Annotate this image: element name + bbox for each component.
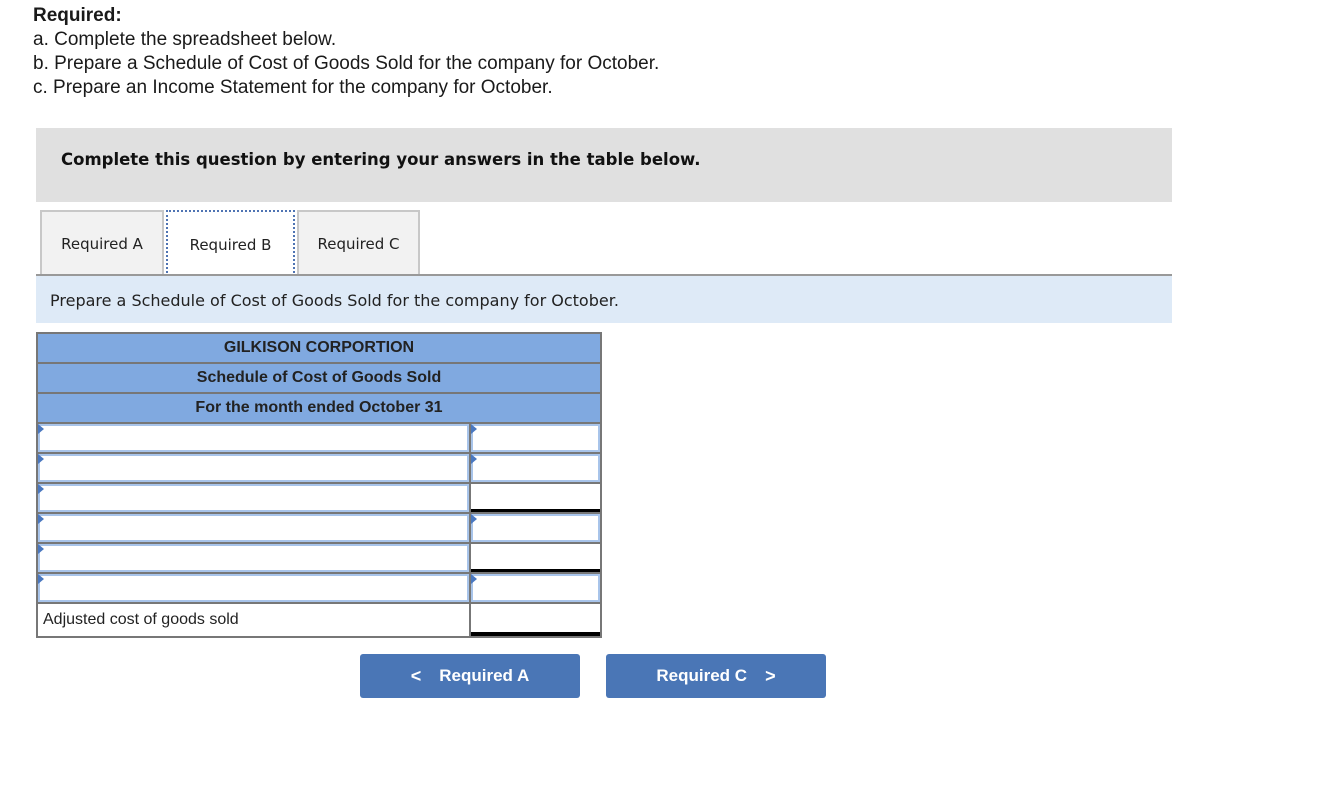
instruction-text: Complete this question by entering your … bbox=[61, 150, 701, 169]
table-row bbox=[38, 544, 600, 574]
table-row bbox=[38, 484, 600, 514]
requirements: Required: a. Complete the spreadsheet be… bbox=[33, 4, 659, 100]
requirement-c: c. Prepare an Income Statement for the c… bbox=[33, 77, 553, 98]
company-name: GILKISON CORPORTION bbox=[38, 334, 600, 364]
row-6-label-dropdown[interactable] bbox=[40, 576, 467, 600]
row-4-label-dropdown[interactable] bbox=[40, 516, 467, 540]
row-6-amount-input[interactable] bbox=[473, 576, 598, 600]
cogs-schedule-table: GILKISON CORPORTION Schedule of Cost of … bbox=[36, 332, 602, 638]
row-1-label-dropdown[interactable] bbox=[40, 426, 467, 450]
row-1-amount-input[interactable] bbox=[473, 426, 598, 450]
row-4-amount-input[interactable] bbox=[473, 516, 598, 540]
row-2-amount-input[interactable] bbox=[473, 456, 598, 480]
chevron-left-icon: < bbox=[410, 665, 422, 686]
row-2-label-dropdown[interactable] bbox=[40, 456, 467, 480]
question-prompt: Prepare a Schedule of Cost of Goods Sold… bbox=[36, 276, 1172, 323]
previous-required-a-button[interactable]: < Required A bbox=[360, 654, 580, 698]
previous-button-label: Required A bbox=[439, 666, 530, 685]
chevron-right-icon: > bbox=[765, 665, 776, 686]
prompt-text: Prepare a Schedule of Cost of Goods Sold… bbox=[50, 291, 619, 310]
instruction-banner: Complete this question by entering your … bbox=[36, 128, 1172, 202]
row-5-label-dropdown[interactable] bbox=[40, 546, 467, 570]
table-row bbox=[38, 454, 600, 484]
statement-period: For the month ended October 31 bbox=[38, 394, 600, 424]
tab-required-b[interactable]: Required B bbox=[166, 210, 295, 277]
tab-required-c[interactable]: Required C bbox=[297, 210, 420, 275]
next-required-c-button[interactable]: Required C > bbox=[606, 654, 826, 698]
total-row: Adjusted cost of goods sold bbox=[38, 604, 600, 636]
next-button-label: Required C bbox=[656, 666, 748, 685]
total-amount bbox=[471, 604, 600, 636]
requirement-b: b. Prepare a Schedule of Cost of Goods S… bbox=[33, 53, 660, 74]
row-5-amount-cell bbox=[471, 544, 600, 572]
table-row bbox=[38, 574, 600, 604]
total-label: Adjusted cost of goods sold bbox=[38, 604, 469, 636]
tab-required-a[interactable]: Required A bbox=[40, 210, 164, 275]
table-row bbox=[38, 514, 600, 544]
requirement-a: a. Complete the spreadsheet below. bbox=[33, 29, 337, 50]
statement-title: Schedule of Cost of Goods Sold bbox=[38, 364, 600, 394]
row-3-label-dropdown[interactable] bbox=[40, 486, 467, 510]
requirements-title: Required: bbox=[33, 5, 122, 26]
row-3-amount-cell bbox=[471, 484, 600, 512]
table-row bbox=[38, 424, 600, 454]
